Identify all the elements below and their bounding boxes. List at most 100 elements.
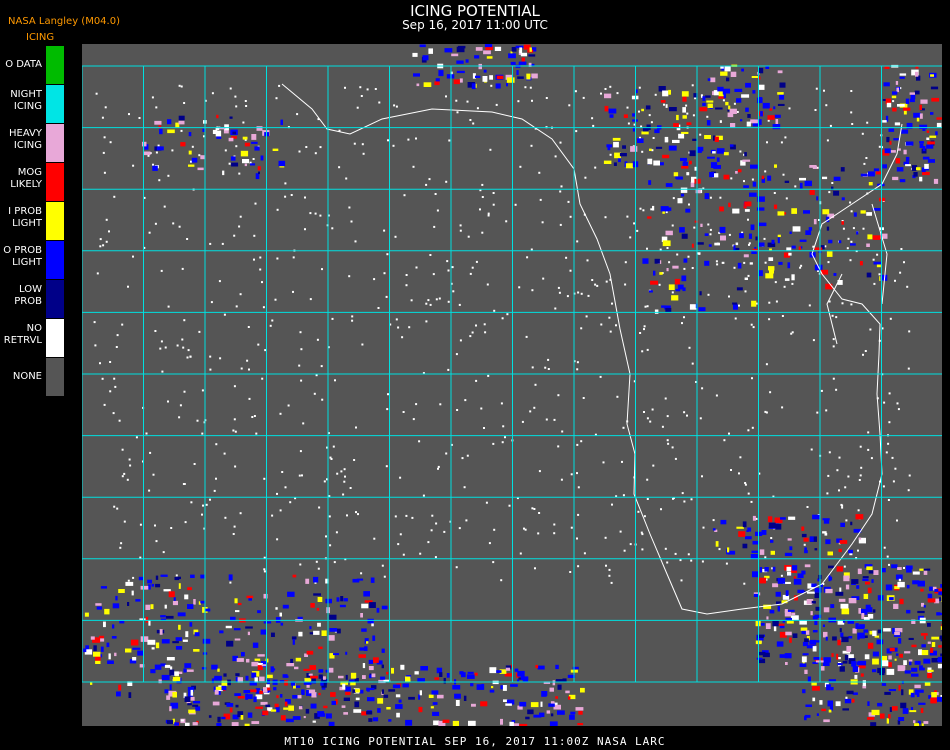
no-retrieval-pixel — [526, 256, 529, 259]
icing-cell — [914, 684, 921, 689]
no-retrieval-pixel — [456, 111, 459, 114]
icing-cell — [135, 599, 141, 602]
icing-cell — [660, 100, 666, 103]
icing-cell — [673, 123, 679, 128]
icing-cell — [298, 631, 303, 637]
no-retrieval-pixel — [229, 87, 232, 90]
legend-label: O DATA — [5, 59, 42, 70]
no-retrieval-pixel — [361, 343, 364, 346]
no-retrieval-pixel — [427, 541, 430, 544]
icing-cell — [132, 647, 141, 650]
icing-cell — [745, 107, 749, 112]
icing-cell — [226, 703, 234, 707]
no-retrieval-pixel — [683, 500, 686, 503]
no-retrieval-pixel — [116, 507, 119, 510]
no-retrieval-pixel — [743, 261, 746, 264]
icing-cell — [368, 659, 373, 664]
no-retrieval-pixel — [566, 295, 569, 298]
icing-cell — [839, 628, 842, 633]
no-retrieval-pixel — [394, 515, 397, 518]
no-retrieval-pixel — [730, 177, 733, 180]
no-retrieval-pixel — [557, 286, 560, 289]
no-retrieval-pixel — [101, 377, 104, 380]
icing-cell — [193, 599, 196, 605]
icing-cell — [216, 114, 219, 119]
icing-cell — [791, 245, 796, 249]
icing-cell — [391, 667, 394, 674]
icing-cell — [758, 84, 765, 90]
icing-cell — [408, 696, 415, 700]
icing-cell — [833, 273, 837, 276]
icing-cell — [221, 716, 226, 720]
no-retrieval-pixel — [576, 443, 579, 446]
icing-cell — [552, 680, 556, 686]
icing-cell — [368, 718, 373, 722]
no-retrieval-pixel — [560, 478, 563, 481]
no-retrieval-pixel — [766, 141, 768, 144]
icing-cell — [107, 660, 114, 664]
icing-cell — [927, 669, 934, 672]
icing-cell — [758, 651, 766, 656]
icing-cell — [118, 684, 122, 691]
icing-cell — [303, 716, 306, 719]
icing-cell — [430, 706, 434, 709]
no-retrieval-pixel — [873, 282, 876, 285]
no-retrieval-pixel — [120, 542, 123, 545]
icing-cell — [840, 603, 849, 609]
icing-cell — [879, 197, 886, 202]
icing-cell — [452, 685, 461, 690]
icing-cell — [787, 262, 791, 269]
icing-cell — [466, 674, 475, 679]
icing-cell — [820, 666, 825, 671]
no-retrieval-pixel — [686, 414, 688, 417]
icing-cell — [919, 124, 928, 129]
icing-cell — [548, 703, 555, 707]
no-retrieval-pixel — [234, 95, 237, 98]
icing-cell — [211, 664, 218, 670]
icing-cell — [773, 204, 778, 209]
no-retrieval-pixel — [624, 261, 627, 264]
icing-cell — [777, 92, 784, 95]
icing-cell — [423, 82, 432, 87]
no-retrieval-pixel — [733, 266, 736, 269]
icing-cell — [525, 716, 530, 720]
icing-cell — [740, 119, 743, 122]
no-retrieval-pixel — [475, 324, 477, 327]
icing-cell — [669, 107, 677, 112]
icing-cell — [438, 70, 444, 77]
no-retrieval-pixel — [781, 406, 784, 409]
icing-cell — [848, 636, 853, 639]
icing-cell — [114, 652, 117, 657]
icing-cell — [911, 673, 919, 677]
no-retrieval-pixel — [751, 178, 754, 181]
no-retrieval-pixel — [223, 313, 226, 316]
icing-cell — [726, 77, 730, 82]
no-retrieval-pixel — [269, 324, 272, 327]
icing-cell — [844, 698, 852, 704]
no-retrieval-pixel — [609, 85, 612, 88]
icing-cell — [702, 96, 706, 101]
icing-cell — [889, 597, 894, 601]
no-retrieval-pixel — [289, 501, 292, 504]
icing-cell — [742, 543, 748, 549]
icing-cell — [789, 546, 793, 551]
icing-cell — [790, 615, 799, 621]
no-retrieval-pixel — [190, 160, 192, 163]
icing-cell — [842, 708, 849, 711]
icing-cell — [130, 639, 139, 646]
no-retrieval-pixel — [701, 475, 703, 478]
icing-cell — [432, 711, 440, 716]
icing-cell — [941, 624, 942, 627]
no-retrieval-pixel — [362, 152, 365, 155]
icing-cell — [555, 696, 558, 699]
no-retrieval-pixel — [585, 315, 588, 318]
no-retrieval-pixel — [343, 468, 346, 471]
icing-cell — [285, 675, 289, 678]
icing-cell — [659, 272, 663, 275]
icing-cell — [717, 86, 724, 92]
no-retrieval-pixel — [699, 417, 702, 420]
no-retrieval-pixel — [397, 326, 400, 329]
icing-cell — [262, 710, 269, 716]
icing-cell — [894, 122, 901, 126]
no-retrieval-pixel — [315, 560, 318, 563]
